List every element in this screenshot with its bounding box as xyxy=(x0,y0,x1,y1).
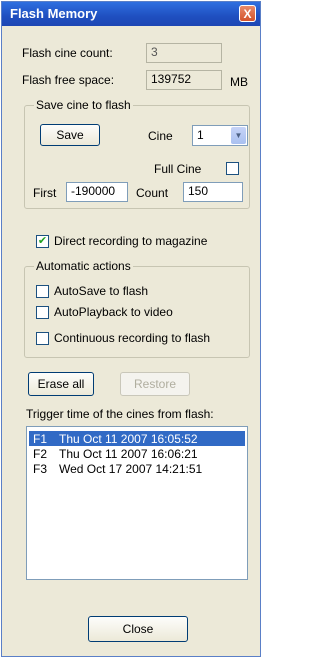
list-item-id: F2 xyxy=(33,447,48,461)
free-space-label: Flash free space: xyxy=(22,73,115,87)
first-frame-input[interactable]: -190000 xyxy=(66,182,128,202)
direct-recording-checkbox[interactable]: ✔ xyxy=(36,235,49,248)
count-label: Count xyxy=(136,186,169,200)
trigger-time-list[interactable]: F1 Thu Oct 11 2007 16:05:52 F2 Thu Oct 1… xyxy=(26,426,248,580)
restore-button[interactable]: Restore xyxy=(120,372,190,396)
autoplayback-label: AutoPlayback to video xyxy=(54,305,173,319)
list-item-id: F1 xyxy=(33,432,48,446)
cine-label: Cine xyxy=(148,129,173,143)
close-window-icon[interactable]: X xyxy=(239,5,256,22)
automatic-actions-title: Automatic actions xyxy=(34,259,133,273)
autoplayback-checkbox[interactable] xyxy=(36,306,49,319)
title-bar[interactable]: Flash Memory X xyxy=(2,2,260,26)
trigger-list-label: Trigger time of the cines from flash: xyxy=(26,407,214,421)
continuous-recording-checkbox[interactable] xyxy=(36,332,49,345)
list-item-time: Thu Oct 11 2007 16:06:21 xyxy=(59,447,198,461)
first-label: First xyxy=(33,186,57,200)
save-button[interactable]: Save xyxy=(40,124,100,146)
cine-select-value: 1 xyxy=(197,128,204,142)
continuous-recording-label: Continuous recording to flash xyxy=(54,331,211,345)
list-item[interactable]: F3 Wed Oct 17 2007 14:21:51 xyxy=(29,461,245,476)
list-item-id: F3 xyxy=(33,462,48,476)
cine-count-field: 3 xyxy=(146,43,222,63)
direct-recording-label: Direct recording to magazine xyxy=(54,234,208,248)
flash-memory-window: Flash Memory X Flash cine count: 3 Flash… xyxy=(1,1,261,657)
autosave-checkbox[interactable] xyxy=(36,285,49,298)
dropdown-arrow-icon[interactable]: ▼ xyxy=(231,127,246,144)
autosave-label: AutoSave to flash xyxy=(54,284,149,298)
free-space-unit: MB xyxy=(230,75,248,89)
full-cine-checkbox[interactable] xyxy=(226,162,239,175)
list-item-time: Wed Oct 17 2007 14:21:51 xyxy=(59,462,203,476)
list-item-time: Thu Oct 11 2007 16:05:52 xyxy=(59,432,198,446)
cine-select[interactable]: 1 ▼ xyxy=(192,125,248,146)
count-input[interactable]: 150 xyxy=(183,182,243,202)
full-cine-label: Full Cine xyxy=(154,162,202,176)
close-button[interactable]: Close xyxy=(88,616,188,642)
list-item[interactable]: F2 Thu Oct 11 2007 16:06:21 xyxy=(29,446,245,461)
erase-all-button[interactable]: Erase all xyxy=(28,372,94,396)
free-space-field: 139752 xyxy=(146,70,222,90)
cine-count-label: Flash cine count: xyxy=(22,46,113,60)
window-title: Flash Memory xyxy=(10,6,98,21)
list-item[interactable]: F1 Thu Oct 11 2007 16:05:52 xyxy=(29,431,245,446)
save-cine-group-title: Save cine to flash xyxy=(34,98,133,112)
